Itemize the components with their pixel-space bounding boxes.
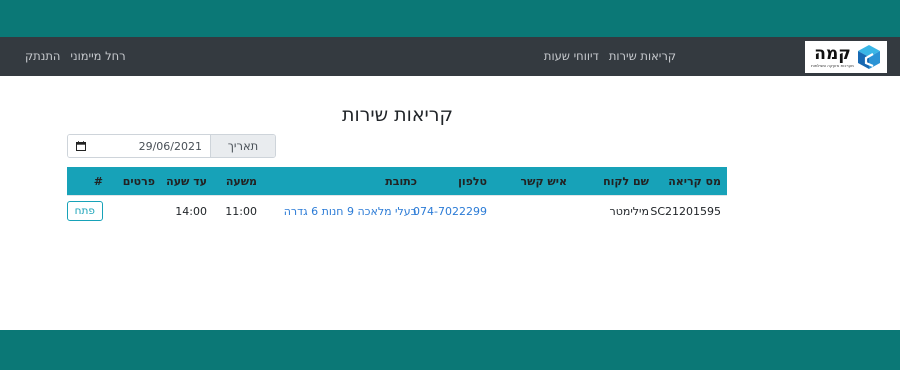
calendar-icon[interactable]	[76, 141, 86, 151]
col-address: כתובת	[263, 167, 423, 196]
date-filter: תאריך 29/06/2021	[67, 134, 276, 158]
brand-text: קמה מערכות אזעקה ומצלמות	[811, 44, 854, 69]
cell-to-time: 14:00	[161, 195, 213, 226]
cell-phone: 074-7022299	[413, 195, 493, 226]
col-phone: טלפון	[423, 167, 493, 196]
cube-logo-icon	[857, 45, 880, 69]
cell-customer: מילימטר	[573, 195, 655, 226]
navbar: קמה מערכות אזעקה ומצלמות קריאות שירות די…	[0, 37, 900, 76]
date-value: 29/06/2021	[138, 139, 202, 153]
service-calls-table: מס קריאה שם לקוח איש קשר טלפון כתובת משע…	[66, 167, 727, 226]
col-details: פרטים	[109, 167, 161, 196]
cell-contact	[493, 195, 573, 226]
col-customer: שם לקוח	[573, 167, 655, 196]
table-header-row: מס קריאה שם לקוח איש קשר טלפון כתובת משע…	[67, 167, 727, 196]
cell-address: בעלי מלאכה 9 חנות 6 גדרה	[263, 195, 423, 226]
date-label: תאריך	[210, 135, 275, 157]
phone-link[interactable]: 074-7022299	[413, 205, 487, 218]
user-nav: רחל מיימוני התנתק	[25, 49, 126, 63]
col-contact: איש קשר	[493, 167, 573, 196]
nav-service-calls[interactable]: קריאות שירות	[609, 49, 676, 63]
page-title: קריאות שירות	[342, 104, 453, 126]
nav-logout[interactable]: התנתק	[25, 49, 60, 63]
app-window: קמה מערכות אזעקה ומצלמות קריאות שירות די…	[0, 37, 900, 330]
brand-logo[interactable]: קמה מערכות אזעקה ומצלמות	[805, 41, 887, 73]
nav-user-name[interactable]: רחל מיימוני	[70, 49, 125, 63]
cell-action: פתח	[66, 195, 109, 226]
cell-details	[109, 195, 161, 226]
brand-tagline: מערכות אזעקה ומצלמות	[811, 63, 854, 68]
open-button[interactable]: פתח	[66, 201, 103, 221]
nav-hour-reports[interactable]: דיווחי שעות	[544, 49, 599, 63]
address-link[interactable]: בעלי מלאכה 9 חנות 6 גדרה	[284, 205, 417, 218]
table-row: SC21201595 מילימטר 074-7022299 בעלי מלאכ…	[66, 195, 727, 226]
col-from-time: משעה	[213, 167, 263, 196]
date-input[interactable]: 29/06/2021	[68, 135, 210, 157]
main-nav: קריאות שירות דיווחי שעות	[544, 49, 676, 63]
brand-name: קמה	[814, 44, 851, 64]
col-index: #	[67, 167, 109, 196]
cell-call-number: SC21201595	[650, 195, 727, 226]
col-call-number: מס קריאה	[655, 167, 727, 196]
cell-from-time: 11:00	[213, 195, 263, 226]
col-to-time: עד שעה	[161, 167, 213, 196]
